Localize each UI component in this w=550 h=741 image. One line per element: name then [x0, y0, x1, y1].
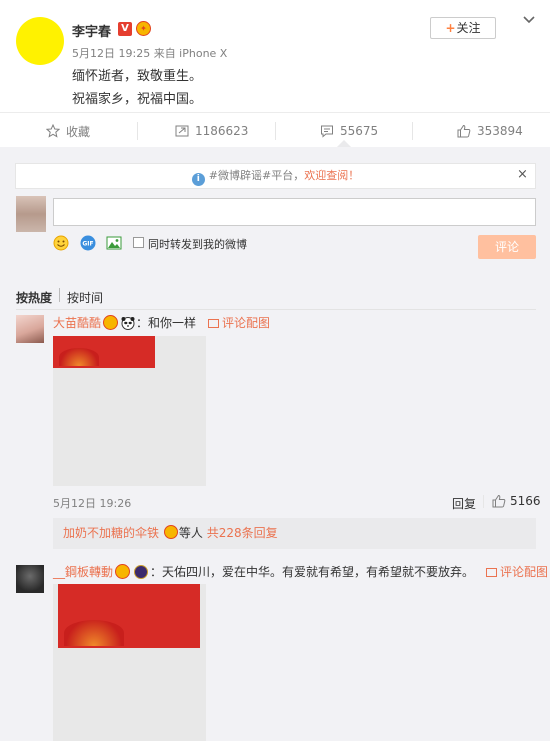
forward-icon	[175, 125, 189, 137]
action-separator	[483, 495, 484, 508]
comment-image-poster	[53, 336, 155, 368]
follow-label: 关注	[456, 21, 481, 35]
reply-user[interactable]: 加奶不加糖的伞铁	[63, 526, 159, 540]
member-badge-icon	[163, 525, 178, 539]
thumbs-up-icon	[492, 494, 506, 508]
comment-icon	[321, 125, 333, 138]
favorite-label: 收藏	[66, 124, 91, 139]
like-button[interactable]: 353894	[457, 123, 523, 139]
follow-button[interactable]: +关注	[430, 17, 496, 39]
commenter-name[interactable]: 大苗酷酷	[53, 314, 101, 331]
submit-comment-button[interactable]: 评论	[478, 235, 536, 259]
reply-button[interactable]: 回复	[452, 495, 476, 512]
forward-button[interactable]: 1186623	[175, 123, 248, 139]
favorite-button[interactable]: 收藏	[46, 123, 90, 139]
comment-count: 55675	[340, 124, 379, 138]
action-separator	[137, 122, 138, 140]
replies-count-link[interactable]: 共228条回复	[207, 526, 278, 540]
like-count: 353894	[477, 124, 523, 138]
comment-image-poster	[58, 584, 200, 648]
comment-text: ：天佑四川，爱在中华。有爱就有希望，有希望就不要放弃。	[150, 565, 475, 579]
info-icon: i	[191, 173, 205, 186]
author-name[interactable]: 李宇春	[72, 21, 111, 40]
current-user-avatar[interactable]	[16, 196, 46, 232]
forward-checkbox[interactable]	[133, 237, 144, 248]
verified-badge[interactable]: V	[118, 22, 132, 36]
forward-checkbox-label[interactable]: 同时转发到我的微博	[148, 236, 247, 252]
emoji-icon[interactable]	[53, 235, 69, 251]
action-separator	[275, 122, 276, 140]
rumor-notice-banner: i #微博辟谣#平台，欢迎查阅！	[15, 163, 536, 189]
star-icon	[46, 124, 60, 138]
comments-divider	[16, 309, 536, 310]
active-tab-indicator	[337, 140, 351, 147]
replies-middle-text: 等人	[178, 526, 203, 540]
comment-image-link[interactable]: 评论配图	[486, 563, 548, 580]
comment-text: ：和你一样	[136, 316, 197, 330]
comment-image-link[interactable]: 评论配图	[208, 314, 270, 331]
svg-text:GIF: GIF	[82, 241, 93, 248]
level-badge-icon[interactable]	[134, 564, 149, 579]
sort-separator	[59, 288, 60, 302]
comment-like-button[interactable]: 5166	[492, 494, 541, 508]
image-icon[interactable]	[106, 235, 122, 251]
member-badge-icon[interactable]: ✦	[136, 21, 151, 36]
candle-decoration	[64, 620, 124, 646]
comment-image-link-label: 评论配图	[222, 316, 271, 330]
gif-icon[interactable]: GIF	[80, 235, 96, 251]
notice-text: #微博辟谣#平台，	[208, 169, 305, 182]
comment-line: __鋼板轉動 ：天佑四川，爱在中华。有爱就有希望，有希望就不要放弃。 评论配图	[53, 563, 548, 580]
sort-by-hot-tab[interactable]: 按热度	[16, 289, 52, 306]
commenter-avatar[interactable]	[16, 565, 44, 593]
thumbs-up-icon	[457, 124, 471, 138]
picture-icon	[486, 568, 498, 577]
post-text-line-2: 祝福家乡，祝福中国。	[72, 92, 203, 107]
forward-count: 1186623	[195, 124, 249, 138]
panda-emoji-icon	[121, 316, 135, 330]
close-icon[interactable]: ×	[517, 167, 528, 182]
post-text-line-1: 缅怀逝者，致敬重生。	[72, 69, 203, 84]
chevron-down-icon[interactable]	[522, 13, 536, 27]
picture-icon	[208, 319, 220, 328]
author-avatar[interactable]	[16, 17, 64, 65]
comment-image-link-label: 评论配图	[500, 565, 549, 579]
commenter-name[interactable]: __鋼板轉動	[53, 563, 113, 580]
candle-decoration	[59, 348, 99, 366]
member-badge-icon[interactable]	[115, 564, 131, 579]
comment-button[interactable]: 55675	[320, 123, 378, 139]
comment-line: 大苗酷酷 ：和你一样 评论配图	[53, 314, 270, 331]
action-bar-top-divider	[0, 112, 550, 113]
commenter-avatar[interactable]	[16, 315, 44, 343]
sort-by-time-tab[interactable]: 按时间	[67, 289, 103, 306]
replies-summary[interactable]: 加奶不加糖的伞铁 等人 共228条回复	[53, 518, 536, 549]
notice-link[interactable]: 欢迎查阅！	[304, 169, 359, 182]
comment-input[interactable]	[53, 198, 536, 226]
comment-like-count: 5166	[510, 494, 541, 508]
action-separator	[412, 122, 413, 140]
post-meta: 5月12日 19:25 来自 iPhone X	[72, 47, 228, 60]
comment-time: 5月12日 19:26	[53, 497, 132, 510]
member-badge-icon[interactable]	[103, 315, 119, 330]
